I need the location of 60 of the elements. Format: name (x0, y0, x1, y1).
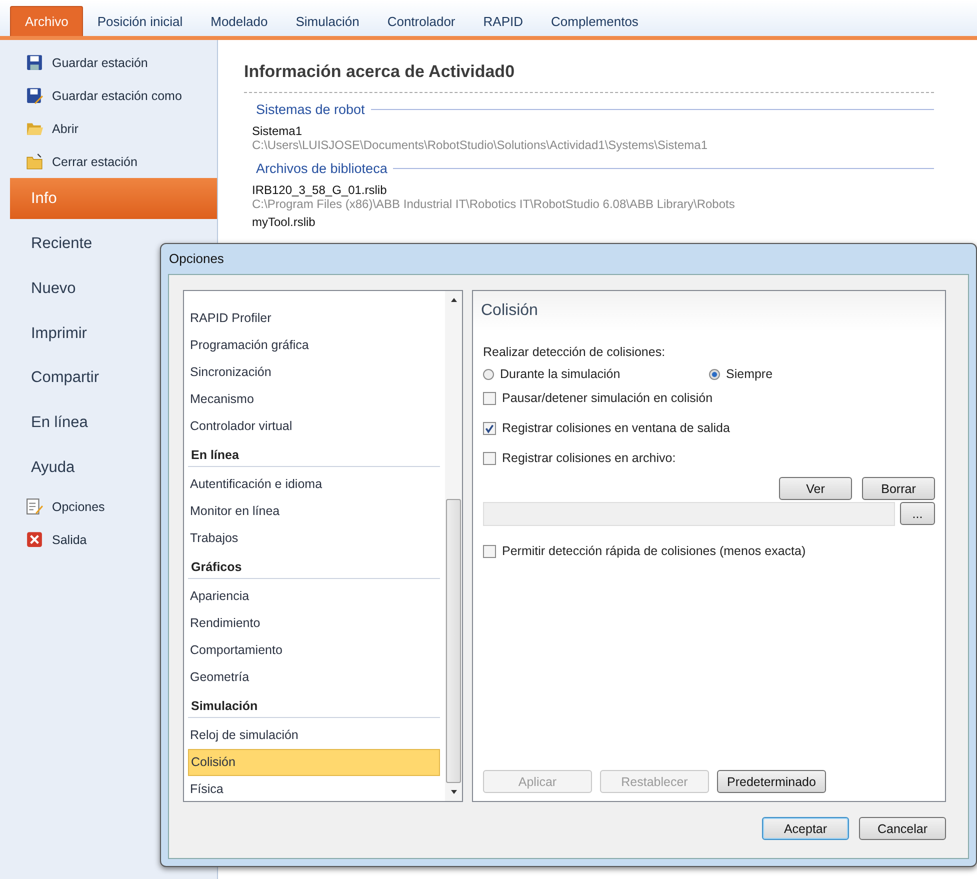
menu-command[interactable]: Guardar estación (0, 46, 217, 79)
list-item[interactable]: Trabajos (188, 525, 440, 552)
checkbox-option[interactable]: Registrar colisiones en ventana de salida (483, 421, 935, 435)
checkbox-option[interactable]: Pausar/detener simulación en colisión (483, 391, 935, 405)
open-folder-icon (26, 120, 43, 137)
ribbon-tab[interactable]: Simulación (282, 6, 374, 36)
list-item[interactable]: Apariencia (188, 583, 440, 610)
section-heading: Sistemas de robot (256, 102, 365, 117)
file-button[interactable]: Ver (779, 477, 852, 500)
list-item[interactable]: Geometría (188, 664, 440, 691)
ribbon-tab[interactable]: Controlador (373, 6, 470, 36)
list-item[interactable]: RAPID Profiler (188, 305, 440, 332)
dialog-button[interactable]: Aceptar (762, 817, 849, 840)
list-item[interactable]: Mecanismo (188, 386, 440, 413)
file-path-field[interactable] (483, 502, 895, 526)
list-item[interactable]: Sincronización (188, 359, 440, 386)
entry-name: IRB120_3_58_G_01.rslib (252, 183, 388, 197)
radio-option[interactable]: Siempre (709, 367, 935, 381)
action-button[interactable]: Predeterminado (717, 770, 826, 793)
folder-icon (26, 153, 43, 170)
list-item[interactable]: Comportamiento (188, 637, 440, 664)
list-group-header: Simulación (188, 693, 440, 718)
info-title: Información acerca de Actividad0 (244, 62, 934, 93)
list-group-header: En línea (188, 442, 440, 467)
section-heading: Archivos de biblioteca (256, 161, 388, 176)
ribbon-tab[interactable]: RAPID (469, 6, 537, 36)
dialog-button[interactable]: Cancelar (859, 817, 946, 840)
entry-name: Sistema1 (252, 124, 304, 138)
menu-command[interactable]: Guardar estación como (0, 79, 217, 112)
entry-name: myTool.rslib (252, 215, 316, 229)
ribbon-tab[interactable]: Complementos (537, 6, 652, 36)
list-item[interactable]: Física (188, 776, 440, 803)
close-icon (26, 531, 43, 548)
checkbox-option[interactable]: Permitir detección rápida de colisiones (menos exacta) (483, 544, 935, 558)
browse-button[interactable]: ... (900, 502, 935, 525)
ribbon-tab[interactable]: Modelado (196, 6, 282, 36)
checkmark-icon (484, 422, 495, 434)
menu-command[interactable]: Abrir (0, 112, 217, 145)
scrollbar[interactable] (445, 291, 462, 801)
prompt-label: Realizar detección de colisiones: (483, 345, 666, 359)
list-item[interactable]: Controlador virtual (188, 413, 440, 440)
ribbon-tab[interactable]: Posición inicial (83, 6, 197, 36)
list-item[interactable]: Programación gráfica (188, 332, 440, 359)
entry-path: C:\Users\LUISJOSE\Documents\RobotStudio\Solutions\Actividad1\Systems\Sistema1 (252, 138, 709, 152)
radio-option[interactable]: Durante la simulación (483, 367, 709, 381)
list-item[interactable]: Monitor en línea (188, 498, 440, 525)
menu-command[interactable]: Cerrar estación (0, 145, 217, 178)
file-button[interactable]: Borrar (862, 477, 935, 500)
floppy-pencil-icon (26, 87, 43, 104)
scroll-down-icon[interactable] (450, 789, 458, 795)
dialog-title: Opciones (168, 250, 225, 268)
checkbox-option[interactable]: Registrar colisiones en archivo: (483, 451, 935, 465)
document-pencil-icon (26, 498, 43, 516)
list-item[interactable]: Rendimiento (188, 610, 440, 637)
scroll-up-icon[interactable] (450, 297, 458, 303)
list-group-header: Gráficos (188, 554, 440, 579)
list-item[interactable]: Reloj de simulación (188, 722, 440, 749)
entry-path: C:\Program Files (x86)\ABB Industrial IT\Robotics IT\RobotStudio 6.08\ABB Library\Robots (252, 197, 736, 211)
list-item[interactable]: Autentificación e idioma (188, 471, 440, 498)
list-item[interactable]: Colisión (188, 749, 440, 776)
